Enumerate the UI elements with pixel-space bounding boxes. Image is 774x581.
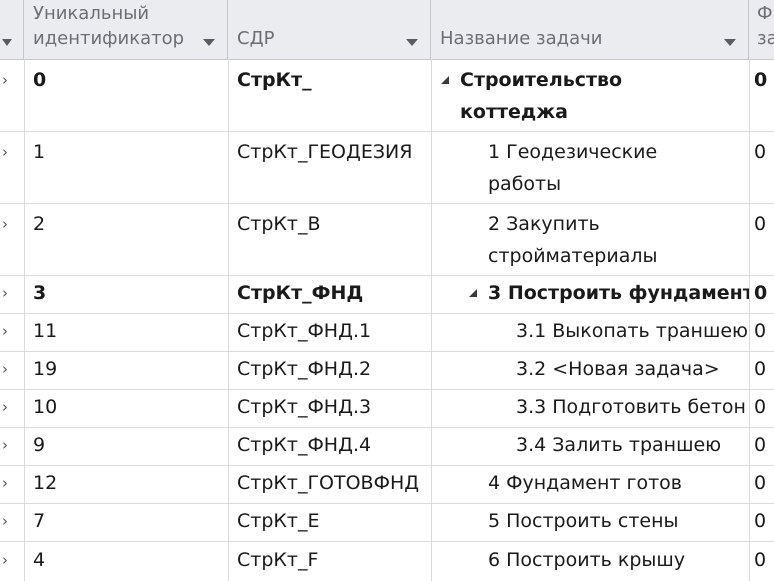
row-indicator: › [2, 551, 8, 569]
task-name-cell[interactable]: 6 Построить крышу [431, 542, 749, 581]
unique-id-cell[interactable]: 2 [33, 208, 45, 241]
task-name-cell[interactable]: 3.3 Подготовить бетон [431, 390, 749, 427]
row-indicator: › [2, 322, 8, 340]
row-indicator: › [2, 512, 8, 530]
chevron-down-icon[interactable] [406, 39, 418, 46]
unique-id-cell[interactable]: 1 [33, 136, 45, 169]
column-header-label: Название задачи [440, 28, 603, 49]
row-indicator: › [2, 474, 8, 492]
wbs-cell[interactable]: СтрКт_F [237, 544, 318, 577]
task-name-line: работы [488, 173, 562, 195]
wbs-cell[interactable]: СтрКт_Е [237, 505, 319, 538]
next-col-cell[interactable]: 0 [754, 391, 766, 424]
next-col-cell[interactable]: 0 [754, 136, 766, 169]
column-header-indicator[interactable] [0, 0, 24, 59]
wbs-cell[interactable]: СтрКт_ФНД.2 [237, 353, 371, 386]
next-col-cell[interactable]: 0 [754, 64, 767, 97]
task-name-line: 3.4 Залить траншею [516, 434, 722, 456]
chevron-down-icon[interactable] [724, 39, 736, 46]
wbs-cell[interactable]: СтрКт_ГОТОВФНД [237, 467, 419, 500]
table-row[interactable]: › 12 СтрКт_ГОТОВФНД 4 Фундамент готов 0 [0, 466, 774, 504]
collapse-triangle-icon[interactable] [441, 76, 449, 84]
column-header-label: СДР [237, 28, 275, 49]
row-indicator: › [2, 436, 8, 454]
task-name-line: 2 Закупить [488, 213, 600, 235]
chevron-down-icon[interactable] [203, 39, 215, 46]
task-name-line: 6 Построить крышу [488, 549, 686, 571]
column-header-row: Уникальный идентификатор СДР Название за… [0, 0, 774, 60]
next-col-cell[interactable]: 0 [754, 315, 766, 348]
next-col-cell[interactable]: 0 [754, 429, 766, 462]
task-name-line: 1 Геодезические [488, 141, 658, 163]
task-name-line: 3.1 Выкопать траншею [516, 320, 749, 342]
row-indicator: › [2, 215, 8, 233]
task-name-line: коттеджа [460, 101, 568, 123]
unique-id-cell[interactable]: 3 [33, 277, 46, 310]
task-name-line: 3.2 <Новая задача> [516, 358, 720, 380]
wbs-cell[interactable]: СтрКт_В [237, 208, 321, 241]
task-name-line: 3 Построить фундамент [488, 282, 749, 304]
wbs-cell[interactable]: СтрКт_ГЕОДЕЗИЯ [237, 136, 412, 169]
column-header-label: Уникальный идентификатор [33, 3, 185, 49]
row-indicator: › [2, 398, 8, 416]
table-row[interactable]: › 4 СтрКт_F 6 Построить крышу 0 [0, 542, 774, 581]
task-name-cell[interactable]: 5 Построить стены [431, 504, 749, 541]
next-col-cell[interactable]: 0 [754, 467, 766, 500]
chevron-down-icon[interactable] [2, 39, 12, 46]
next-col-cell[interactable]: 0 [754, 277, 767, 310]
next-col-cell[interactable]: 0 [754, 353, 766, 386]
unique-id-cell[interactable]: 11 [33, 315, 57, 348]
column-header-label: Ф за [757, 3, 774, 49]
task-name-cell[interactable]: Строительство коттеджа [431, 60, 749, 131]
wbs-cell[interactable]: СтрКт_ФНД.1 [237, 315, 371, 348]
task-name-line: 4 Фундамент готов [488, 472, 682, 494]
next-col-cell[interactable]: 0 [754, 544, 766, 577]
task-name-cell[interactable]: 1 Геодезические работы [431, 132, 749, 203]
table-row[interactable]: › 9 СтрКт_ФНД.4 3.4 Залить траншею 0 [0, 428, 774, 466]
row-indicator: › [2, 284, 8, 302]
column-header-unique-id[interactable]: Уникальный идентификатор [24, 0, 228, 59]
unique-id-cell[interactable]: 12 [33, 467, 57, 500]
wbs-cell[interactable]: СтрКт_ФНД.4 [237, 429, 371, 462]
task-name-line: 5 Построить стены [488, 510, 679, 532]
column-header-wbs[interactable]: СДР [228, 0, 431, 59]
wbs-cell[interactable]: СтрКт_ФНД [237, 277, 363, 310]
task-name-cell[interactable]: 3 Построить фундамент [431, 276, 749, 313]
table-row[interactable]: › 11 СтрКт_ФНД.1 3.1 Выкопать траншею 0 [0, 314, 774, 352]
task-name-cell[interactable]: 3.2 <Новая задача> [431, 352, 749, 389]
table-row[interactable]: › 2 СтрКт_В 2 Закупить стройматериалы 0 [0, 204, 774, 276]
unique-id-cell[interactable]: 0 [33, 64, 46, 97]
collapse-triangle-icon[interactable] [469, 289, 477, 297]
next-col-cell[interactable]: 0 [754, 505, 766, 538]
task-name-line: 3.3 Подготовить бетон [516, 396, 746, 418]
row-indicator: › [2, 71, 8, 89]
wbs-cell[interactable]: СтрКт_ [237, 64, 312, 97]
unique-id-cell[interactable]: 9 [33, 429, 45, 462]
next-col-cell[interactable]: 0 [754, 208, 766, 241]
unique-id-cell[interactable]: 10 [33, 391, 57, 424]
table-row[interactable]: › 10 СтрКт_ФНД.3 3.3 Подготовить бетон 0 [0, 390, 774, 428]
task-name-cell[interactable]: 3.1 Выкопать траншею [431, 314, 749, 351]
column-header-task-name[interactable]: Название задачи [431, 0, 749, 59]
table-row[interactable]: › 7 СтрКт_Е 5 Построить стены 0 [0, 504, 774, 542]
row-indicator: › [2, 360, 8, 378]
table-row[interactable]: › 19 СтрКт_ФНД.2 3.2 <Новая задача> 0 [0, 352, 774, 390]
column-header-next[interactable]: Ф за [749, 0, 774, 59]
unique-id-cell[interactable]: 4 [33, 544, 45, 577]
task-name-cell[interactable]: 2 Закупить стройматериалы [431, 204, 749, 275]
task-name-cell[interactable]: 4 Фундамент готов [431, 466, 749, 503]
task-name-line: стройматериалы [488, 245, 658, 267]
task-name-line: Строительство [460, 69, 623, 91]
unique-id-cell[interactable]: 7 [33, 505, 45, 538]
task-name-cell[interactable]: 3.4 Залить траншею [431, 428, 749, 465]
unique-id-cell[interactable]: 19 [33, 353, 57, 386]
table-row[interactable]: › 3 СтрКт_ФНД 3 Построить фундамент 0 [0, 276, 774, 314]
wbs-cell[interactable]: СтрКт_ФНД.3 [237, 391, 371, 424]
table-row[interactable]: › 1 СтрКт_ГЕОДЕЗИЯ 1 Геодезические работ… [0, 132, 774, 204]
table-row[interactable]: › 0 СтрКт_ Строительство коттеджа 0 [0, 60, 774, 132]
row-indicator: › [2, 143, 8, 161]
